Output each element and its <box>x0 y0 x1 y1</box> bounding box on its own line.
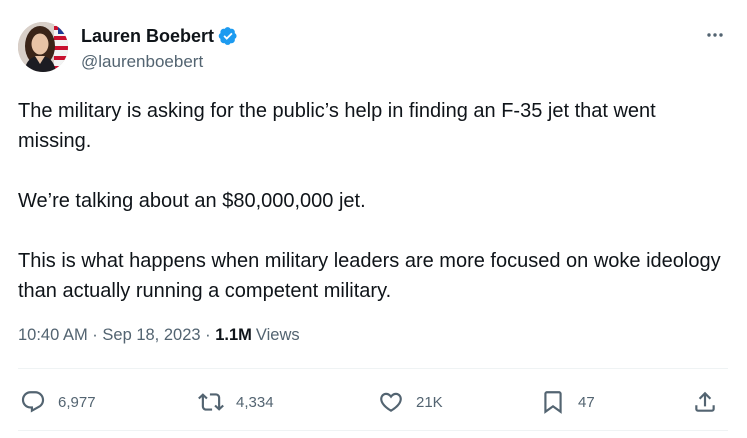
author-handle[interactable]: @laurenboebert <box>81 52 238 72</box>
reply-count: 6,977 <box>58 393 96 411</box>
meta-separator: · <box>87 326 103 344</box>
bookmark-button[interactable]: 47 <box>540 385 595 419</box>
heart-icon <box>380 392 402 412</box>
meta-separator: · <box>200 326 216 344</box>
reply-button[interactable]: 6,977 <box>20 385 96 419</box>
tweet-paragraph: This is what happens when military leade… <box>18 250 721 302</box>
divider <box>18 430 728 431</box>
display-name[interactable]: Lauren Boebert <box>81 26 214 47</box>
views-count: 1.1M <box>215 326 252 344</box>
share-icon <box>695 391 715 412</box>
display-name-row: Lauren Boebert <box>81 24 238 48</box>
like-button[interactable]: 21K <box>378 385 443 419</box>
divider <box>18 368 728 369</box>
repost-icon <box>198 393 224 411</box>
repost-count: 4,334 <box>236 393 274 411</box>
author-names: Lauren Boebert @laurenboebert <box>81 24 238 72</box>
avatar[interactable] <box>18 22 68 72</box>
tweet-date[interactable]: Sep 18, 2023 <box>102 326 200 345</box>
views-label: Views <box>255 326 300 344</box>
tweet-time[interactable]: 10:40 AM <box>18 326 88 345</box>
repost-button[interactable]: 4,334 <box>198 385 274 419</box>
bookmark-count: 47 <box>578 393 595 411</box>
like-count: 21K <box>416 393 443 411</box>
tweet-text: The military is asking for the public’s … <box>18 96 730 306</box>
verified-badge-icon[interactable] <box>218 26 238 46</box>
tweet-paragraph: We’re talking about an $80,000,000 jet. <box>18 190 366 212</box>
more-dots-icon[interactable] <box>704 24 726 46</box>
bookmark-icon <box>544 391 562 414</box>
tweet-header: Lauren Boebert @laurenboebert <box>18 22 730 74</box>
tweet-paragraph: The military is asking for the public’s … <box>18 100 656 152</box>
share-button[interactable] <box>692 385 718 419</box>
tweet-meta: 10:40 AM · Sep 18, 2023 · 1.1M Views <box>18 326 300 345</box>
tweet-card: Lauren Boebert @laurenboebert The milita… <box>0 0 747 438</box>
reply-icon <box>21 391 45 413</box>
action-bar: 6,977 4,334 21K 47 <box>18 385 730 419</box>
